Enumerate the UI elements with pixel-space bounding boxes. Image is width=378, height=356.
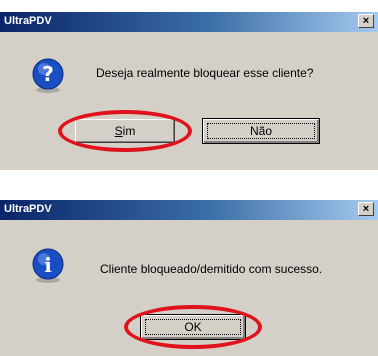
info-message: Cliente bloqueado/demitido com sucesso. (100, 262, 323, 276)
question-icon: ? (32, 58, 64, 93)
info-dialog: UltraPDV × i Cliente bloqueado/demitido … (0, 200, 378, 356)
window-title: UltraPDV (4, 203, 52, 215)
information-icon: i (32, 248, 64, 283)
no-button[interactable]: Não (202, 118, 320, 144)
title-bar: UltraPDV × (0, 12, 378, 32)
confirm-message: Deseja realmente bloquear esse cliente? (96, 66, 314, 80)
close-button[interactable]: × (358, 202, 374, 216)
yes-button[interactable]: Sim (75, 119, 175, 143)
ok-button[interactable]: OK (140, 314, 246, 340)
title-bar: UltraPDV × (0, 200, 378, 220)
no-button-label: Não (249, 124, 272, 138)
svg-text:?: ? (42, 62, 54, 86)
window-title: UltraPDV (4, 15, 52, 27)
svg-text:i: i (44, 253, 52, 277)
confirm-dialog: UltraPDV × ? Deseja realmente bloquear e… (0, 12, 378, 170)
close-button[interactable]: × (358, 14, 374, 28)
